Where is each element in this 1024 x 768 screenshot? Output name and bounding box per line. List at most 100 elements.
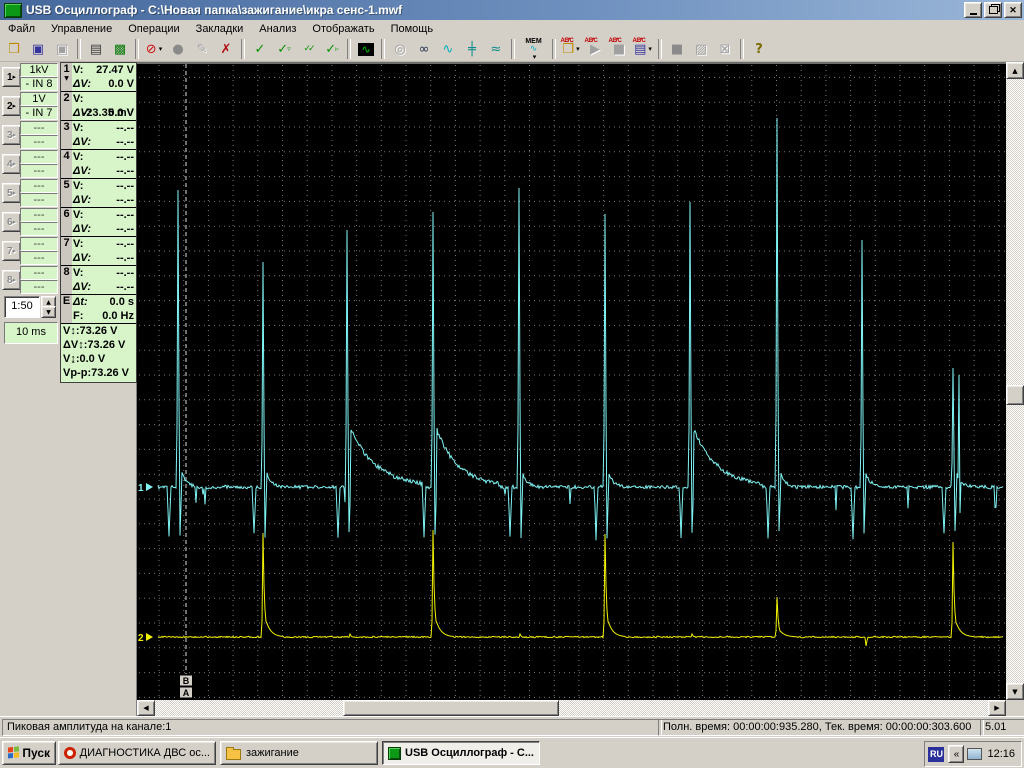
toolbar-save-screen-button[interactable]: ▩ (109, 38, 132, 60)
voltage-label: V: (73, 121, 83, 135)
close-button[interactable]: ✕ (1004, 2, 1022, 18)
channel-6-button[interactable]: 6▸ (2, 212, 21, 232)
toolbar-edit-erase-button[interactable]: ✎ (191, 38, 214, 60)
toolbar-macro-panel-button[interactable]: A:B*C▤▾ (632, 38, 655, 60)
scroll-up-button[interactable]: ▲ (1006, 62, 1024, 79)
toolbar-verify-next-button[interactable]: ✓▿ (273, 38, 296, 60)
delta-voltage-value: --.-- (116, 193, 134, 207)
menu-item-analysis[interactable]: Анализ (251, 22, 304, 36)
channel-3-button[interactable]: 3▸ (2, 125, 21, 145)
toolbar-macro-open-button[interactable]: A:B*C❒▾ (560, 38, 583, 60)
timebase-field[interactable]: 10 ms (4, 322, 58, 344)
channel-1-range-field[interactable]: 1kV (20, 63, 58, 77)
channel-3-range-field[interactable]: --- (20, 121, 58, 135)
macro-panel-badge: A:B*C (633, 38, 645, 44)
toolbar-help-button[interactable]: ? (748, 38, 771, 60)
minimize-button[interactable] (964, 2, 982, 18)
restore-button[interactable] (984, 2, 1002, 18)
channel-5-input-field[interactable]: --- (20, 193, 58, 207)
frequency-label: F: (73, 309, 83, 323)
channel-1-button[interactable]: 1▸ (2, 67, 21, 87)
channel-4-number: 4 (61, 150, 72, 178)
channel-4-voltage-line: V:--.-- (73, 150, 134, 164)
toolbar-save-fragment-button[interactable]: ▣ (51, 38, 74, 60)
toolbar-xy-mode-button[interactable]: ∿ (355, 38, 378, 60)
verify-next-suffix-icon: ▿ (287, 46, 291, 53)
toolbar-delete-fragment-button[interactable]: ✗ (215, 38, 238, 60)
menu-item-help[interactable]: Помощь (383, 22, 442, 36)
channel-7-button[interactable]: 7▸ (2, 241, 21, 261)
channel-3-input-field[interactable]: --- (20, 135, 58, 149)
toolbar-region-pattern-button[interactable]: ▨ (690, 38, 713, 60)
channel-7-range-field[interactable]: --- (20, 237, 58, 251)
toolbar-stop-acquisition-button[interactable]: ⊘▾ (143, 38, 166, 60)
toolbar-vertical-markers-button[interactable]: ╪ (461, 38, 484, 60)
taskbar-task-zazhiganie[interactable]: зажигание (220, 741, 378, 765)
toolbar-record-button[interactable]: ● (167, 38, 190, 60)
save-screen-icon: ▩ (114, 43, 126, 56)
toolbar-macro-stop-button[interactable]: A:B*C■ (608, 38, 631, 60)
menu-item-display[interactable]: Отображать (304, 22, 382, 36)
restore-icon (989, 6, 998, 14)
taskbar-clock[interactable]: 12:16 (987, 748, 1018, 760)
toolbar-macro-play-button[interactable]: A:B*C▶ (584, 38, 607, 60)
start-button[interactable]: Пуск (2, 741, 56, 765)
scroll-left-button[interactable]: ◀ (137, 700, 155, 716)
channel-4-range-field[interactable]: --- (20, 150, 58, 164)
menu-item-file[interactable]: Файл (0, 22, 43, 36)
toolbar-region-clear-button[interactable]: ⊠ (714, 38, 737, 60)
toolbar-print-button[interactable]: ▤ (85, 38, 108, 60)
wave-measure-icon: ≈ (491, 43, 502, 56)
toolbar-verify-all-button[interactable]: ✓✓ (297, 38, 320, 60)
toolbar-open-file-button[interactable]: ❒ (3, 38, 26, 60)
horizontal-scroll-thumb[interactable] (343, 700, 559, 716)
horizontal-scrollbar[interactable]: ◀ ▶ (137, 700, 1006, 716)
channel-2-button[interactable]: 2▸ (2, 96, 21, 116)
toolbar-fit-amplitude-button[interactable]: ∿ (437, 38, 460, 60)
channel-6-input-field[interactable]: --- (20, 222, 58, 236)
toolbar-zoom-lens-button[interactable]: ◎ (389, 38, 412, 60)
macro-play-badge: A:B*C (585, 38, 597, 44)
toolbar-save-file-button[interactable]: ▣ (27, 38, 50, 60)
scale-spinner[interactable]: 1:50 (4, 296, 40, 318)
vertical-scrollbar[interactable]: ▲ ▼ (1006, 62, 1024, 700)
save-fragment-icon: ▣ (56, 43, 68, 56)
toolbar-verify-forward-button[interactable]: ✓▹ (321, 38, 344, 60)
language-indicator[interactable]: RU (928, 747, 944, 762)
channel-5-range-field[interactable]: --- (20, 179, 58, 193)
channel-1-input-field[interactable]: - IN 8 (20, 77, 58, 91)
channel-2-input-field[interactable]: - IN 7 (20, 106, 58, 120)
waveform-svg[interactable]: 12BA (137, 62, 1006, 700)
toolbar-verify-button[interactable]: ✓ (249, 38, 272, 60)
oscilloscope-display[interactable]: 12BA (137, 62, 1006, 700)
channel-4-button[interactable]: 4▸ (2, 154, 21, 174)
channel-3-number: 3 (61, 121, 72, 149)
channel-5-button[interactable]: 5▸ (2, 183, 21, 203)
taskbar-task-diagnostika[interactable]: ДИАГНОСТИКА ДВС ос... (58, 741, 216, 765)
scroll-right-button[interactable]: ▶ (988, 700, 1006, 716)
title-bar[interactable]: USB Осциллограф - C:\Новая папка\зажиган… (0, 0, 1024, 20)
memory-icon: ∿ (530, 45, 538, 53)
channel-7-input-field[interactable]: --- (20, 251, 58, 265)
toolbar-search-button[interactable]: ∞ (413, 38, 436, 60)
toolbar-wave-measure-button[interactable]: ≈ (485, 38, 508, 60)
network-icon[interactable] (967, 748, 982, 760)
menu-item-bookmarks[interactable]: Закладки (188, 22, 252, 36)
menu-item-operations[interactable]: Операции (120, 22, 187, 36)
toolbar-region-select-button[interactable]: ■ (666, 38, 689, 60)
menu-item-control[interactable]: Управление (43, 22, 120, 36)
channel-2-range-field[interactable]: 1V (20, 92, 58, 106)
channel-4-input-field[interactable]: --- (20, 164, 58, 178)
channel-6-range-field[interactable]: --- (20, 208, 58, 222)
channel-8-button[interactable]: 8▸ (2, 270, 21, 290)
fit-amplitude-icon: ∿ (443, 43, 454, 56)
dropdown-arrow-icon: ▾ (533, 53, 537, 61)
toolbar-memory-button[interactable]: MEM∿▾ (519, 38, 549, 60)
channel-8-input-field[interactable]: --- (20, 280, 58, 294)
taskbar-task-usb-oscillograph[interactable]: USB Осциллограф - С... (382, 741, 540, 765)
channel-8-range-field[interactable]: --- (20, 266, 58, 280)
scroll-down-button[interactable]: ▼ (1006, 683, 1024, 700)
scale-down-button[interactable]: ▼ (41, 306, 56, 318)
tray-collapse-button[interactable]: « (948, 745, 964, 763)
vertical-scroll-thumb[interactable] (1006, 385, 1024, 405)
